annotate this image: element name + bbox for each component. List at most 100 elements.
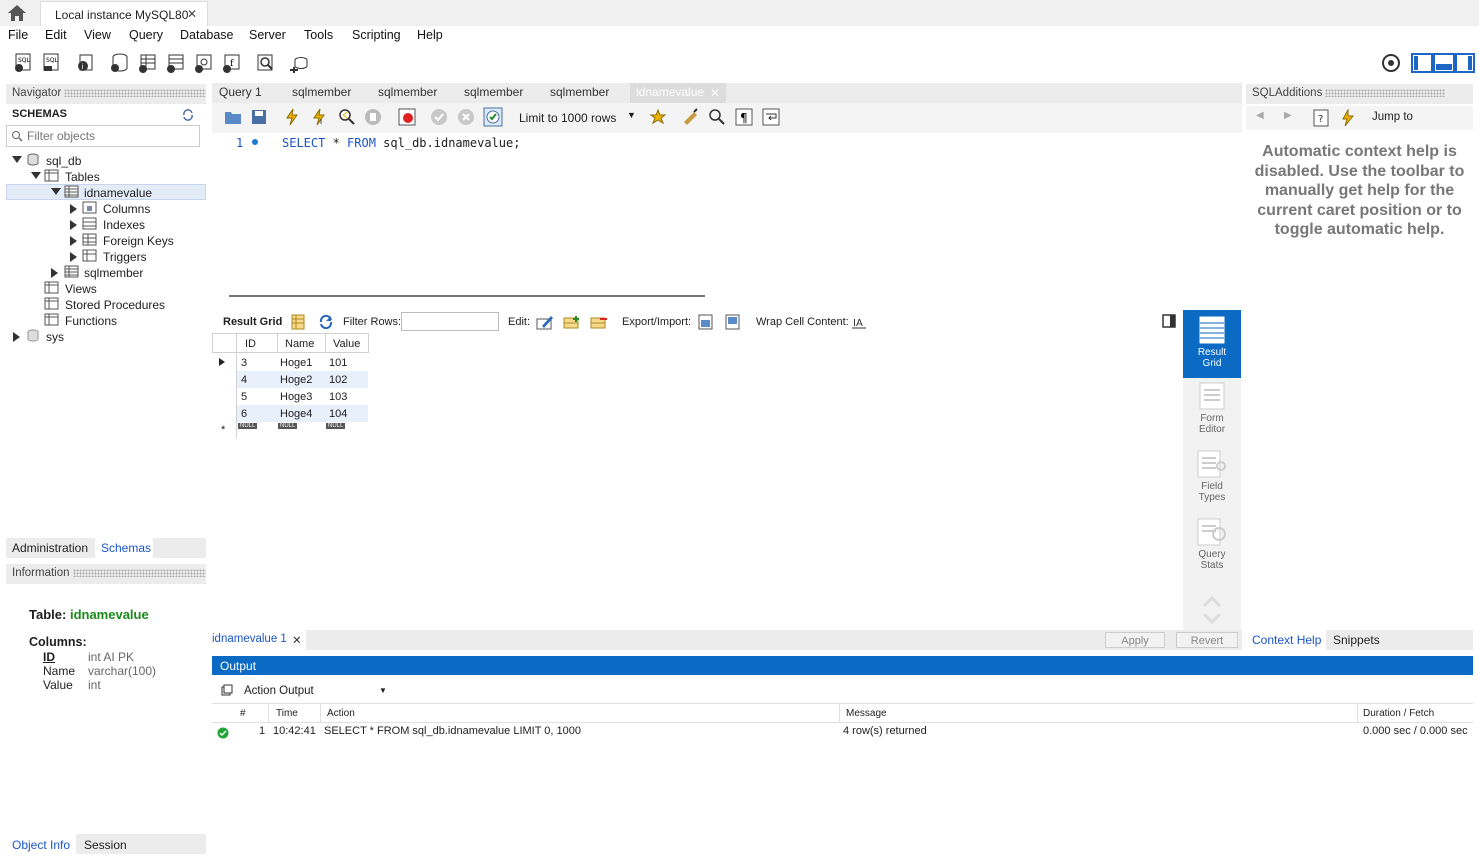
form-editor-button[interactable]: Form Editor	[1183, 382, 1241, 442]
tab-sqlmember[interactable]: sqlmember	[378, 85, 437, 99]
export-icon[interactable]	[697, 314, 715, 330]
rollback-icon[interactable]	[457, 108, 475, 126]
menu-server[interactable]: Server	[249, 28, 286, 42]
cell-name[interactable]: Hoge3	[280, 391, 312, 403]
table-row[interactable]: 3 Hoge1 101	[212, 354, 368, 371]
table-row[interactable]: 4 Hoge2 102	[237, 371, 368, 388]
horizontal-scrollbar[interactable]	[229, 295, 705, 297]
column-header-id[interactable]: ID	[245, 338, 256, 350]
cell-value[interactable]: 102	[329, 374, 347, 386]
close-icon[interactable]: ✕	[292, 633, 302, 647]
tree-schema-sys[interactable]: sys	[46, 330, 64, 344]
tab-sqlmember[interactable]: sqlmember	[550, 85, 609, 99]
tab-idnamevalue[interactable]: idnamevalue ✕	[630, 83, 726, 103]
output-col-message[interactable]: Message	[846, 708, 887, 719]
column-header-name[interactable]: Name	[285, 338, 314, 350]
wrap-cell-icon[interactable]: IA	[852, 315, 866, 329]
tab-sqlmember[interactable]: sqlmember	[464, 85, 523, 99]
tree-table-idnamevalue[interactable]: idnamevalue	[84, 186, 152, 200]
beautify-icon[interactable]	[682, 108, 700, 126]
filter-objects-input[interactable]	[27, 128, 195, 144]
cell-value[interactable]: 103	[329, 391, 347, 403]
menu-database[interactable]: Database	[180, 28, 234, 42]
create-view-icon[interactable]	[164, 52, 186, 74]
auto-help-icon[interactable]	[1340, 109, 1356, 127]
word-wrap-icon[interactable]	[762, 108, 780, 126]
apply-button[interactable]: Apply	[1105, 632, 1165, 648]
edit-row-icon[interactable]	[536, 314, 554, 330]
tree-tables[interactable]: Tables	[65, 170, 100, 184]
explain-icon[interactable]	[338, 108, 356, 126]
filter-objects-field[interactable]	[6, 125, 200, 147]
menu-view[interactable]: View	[84, 28, 111, 42]
limit-rows-dropdown[interactable]: Limit to 1000 rows ▼	[514, 109, 638, 127]
menu-query[interactable]: Query	[129, 28, 163, 42]
refresh-icon[interactable]	[318, 314, 334, 330]
open-sql-file-icon[interactable]: SQL	[40, 52, 62, 74]
autocommit-icon[interactable]	[483, 107, 503, 127]
cell-name[interactable]: Hoge4	[280, 408, 312, 420]
tree-functions[interactable]: Functions	[65, 314, 117, 328]
tree-table-sqlmember[interactable]: sqlmember	[84, 266, 143, 280]
tree-stored-procedures[interactable]: Stored Procedures	[65, 298, 165, 312]
create-procedure-icon[interactable]	[192, 52, 214, 74]
null-badge[interactable]: NULL	[278, 423, 298, 429]
forward-arrow-icon[interactable]: ▶	[1284, 110, 1292, 121]
null-badge[interactable]: NULL	[238, 423, 258, 429]
menu-help[interactable]: Help	[417, 28, 443, 42]
tree-foreign-keys[interactable]: Foreign Keys	[103, 234, 174, 248]
tab-query-1[interactable]: Query 1	[219, 85, 262, 99]
create-table-icon[interactable]	[136, 52, 158, 74]
execute-icon[interactable]	[284, 108, 300, 126]
collapse-arrow-icon[interactable]	[70, 236, 77, 246]
close-icon[interactable]: ✕	[187, 7, 197, 21]
stop-icon[interactable]	[364, 108, 382, 126]
manual-help-icon[interactable]: ?	[1313, 109, 1329, 127]
save-icon[interactable]	[251, 109, 267, 125]
collapse-arrow-icon[interactable]	[70, 220, 77, 230]
tab-snippets[interactable]: Snippets	[1333, 633, 1380, 647]
result-tab[interactable]: idnamevalue 1 ✕	[212, 630, 306, 650]
create-schema-icon[interactable]	[108, 52, 130, 74]
cell-value[interactable]: 101	[329, 357, 347, 369]
output-type-dropdown[interactable]: Action Output ▼	[239, 682, 389, 700]
revert-button[interactable]: Revert	[1176, 632, 1238, 648]
tree-indexes[interactable]: Indexes	[103, 218, 145, 232]
cell-id[interactable]: 4	[241, 374, 247, 386]
open-folder-icon[interactable]	[224, 109, 242, 125]
preferences-icon[interactable]	[1380, 52, 1402, 74]
tab-session[interactable]: Session	[84, 838, 127, 852]
refresh-icon[interactable]	[182, 109, 194, 121]
tab-sqlmember[interactable]: sqlmember	[292, 85, 351, 99]
output-col-duration[interactable]: Duration / Fetch	[1363, 708, 1434, 719]
cell-value[interactable]: 104	[329, 408, 347, 420]
expand-arrow-icon[interactable]	[12, 156, 22, 163]
menu-edit[interactable]: Edit	[45, 28, 67, 42]
toggle-side-panel-icon[interactable]	[1162, 314, 1176, 328]
tree-columns[interactable]: Columns	[103, 202, 150, 216]
invisible-chars-icon[interactable]: ¶	[735, 108, 753, 126]
expand-arrow-icon[interactable]	[31, 172, 41, 179]
new-sql-tab-icon[interactable]: SQL	[12, 52, 34, 74]
tree-views[interactable]: Views	[65, 282, 97, 296]
cell-id[interactable]: 6	[241, 408, 247, 420]
collapse-arrow-icon[interactable]	[51, 268, 58, 278]
tab-object-info[interactable]: Object Info	[6, 834, 76, 854]
column-header-value[interactable]: Value	[333, 338, 360, 350]
filter-rows-input[interactable]	[401, 312, 499, 331]
execute-current-icon[interactable]: I	[311, 108, 327, 126]
connection-tab[interactable]: Local instance MySQL80 ✕	[40, 1, 208, 26]
result-grid-button[interactable]: Result Grid	[1183, 310, 1241, 378]
menu-tools[interactable]: Tools	[304, 28, 333, 42]
copy-icon[interactable]	[221, 684, 233, 696]
toggle-continue-icon[interactable]	[398, 108, 416, 126]
output-col-num[interactable]: #	[240, 708, 246, 719]
import-icon[interactable]	[724, 314, 742, 330]
collapse-arrow-icon[interactable]	[13, 332, 20, 342]
jump-to-dropdown[interactable]: Jump to	[1372, 111, 1413, 123]
new-row[interactable]: * NULL NULL NULL	[212, 422, 368, 436]
output-row[interactable]: 1 10:42:41 SELECT * FROM sql_db.idnameva…	[212, 723, 1473, 741]
create-function-icon[interactable]: f	[220, 52, 242, 74]
query-stats-button[interactable]: Query Stats	[1183, 518, 1241, 578]
sql-editor[interactable]: 1 SELECT * FROM sql_db.idnamevalue;	[212, 133, 1242, 288]
